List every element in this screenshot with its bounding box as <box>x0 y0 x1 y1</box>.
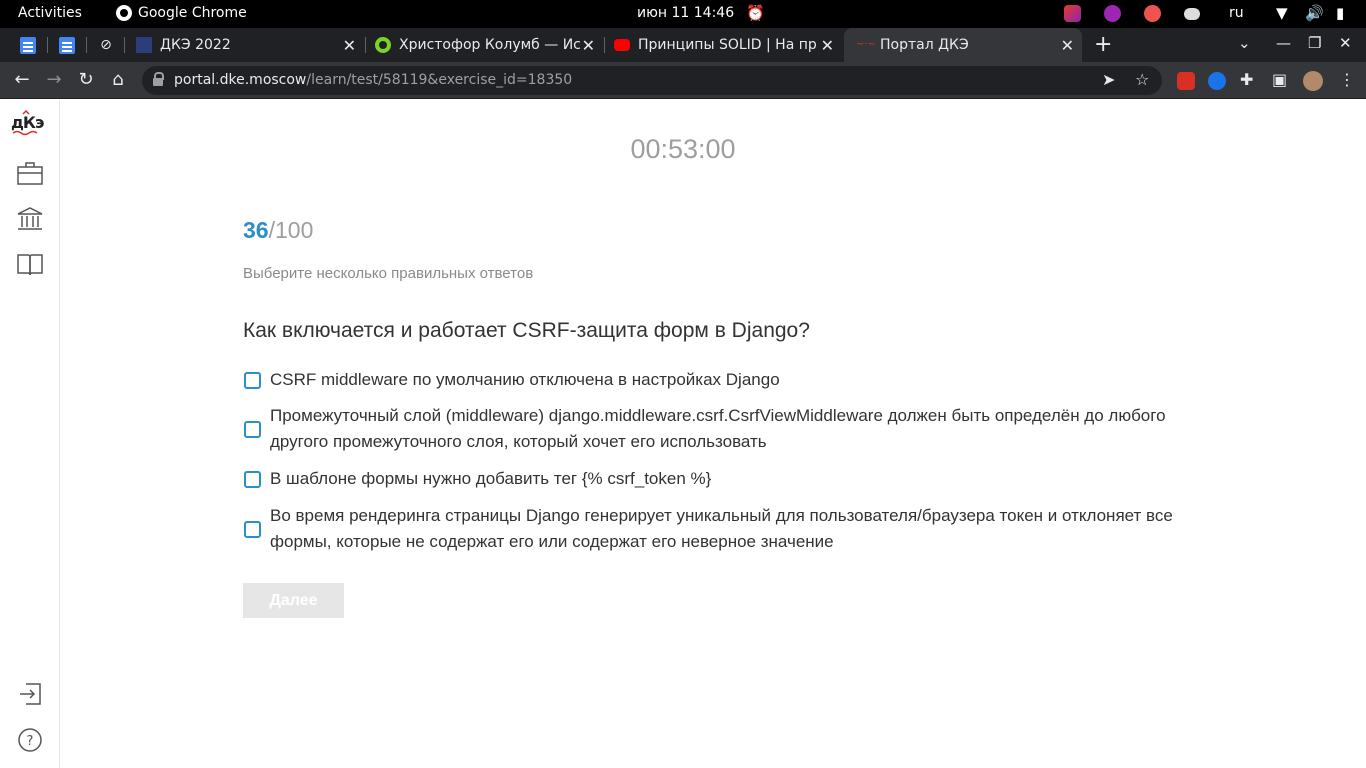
answer-option-label: В шаблоне формы нужно добавить тег {% cs… <box>270 469 712 488</box>
bookmark-star-icon[interactable]: ☆ <box>1135 70 1149 89</box>
dke-logo-favicon: ~·~ <box>856 39 876 50</box>
reload-icon[interactable]: ↻ <box>75 69 97 90</box>
answer-option[interactable]: Промежуточный слой (middleware) django.m… <box>243 403 1183 455</box>
infinity-extension-icon[interactable] <box>1208 72 1226 90</box>
chrome-icon <box>116 5 132 21</box>
answer-option-label: Промежуточный слой (middleware) django.m… <box>270 406 1166 451</box>
wifi-icon[interactable]: ▼ <box>1276 4 1288 22</box>
dke-logo-mark: дКэ <box>11 109 45 136</box>
home-icon[interactable]: ⌂ <box>107 69 129 90</box>
tab-divider <box>604 37 605 53</box>
help-icon[interactable]: ? <box>16 727 44 753</box>
youtube-icon <box>614 39 630 51</box>
system-top-bar: Activities Google Chrome июн 11 14:46 ⏰ … <box>0 0 1366 28</box>
tray-app-icon[interactable] <box>1064 5 1081 22</box>
answer-instruction: Выберите несколько правильных ответов <box>243 265 534 282</box>
answer-option[interactable]: CSRF middleware по умолчанию отключена в… <box>243 367 1183 393</box>
url-text: portal.dke.moscow/learn/test/58119&exerc… <box>174 72 572 88</box>
new-tab-button[interactable]: + <box>1094 32 1112 57</box>
close-window-button[interactable]: ✕ <box>1339 34 1352 52</box>
tab-title: ДКЭ 2022 <box>160 37 231 53</box>
clock[interactable]: июн 11 14:46 <box>637 5 734 21</box>
tray-notify-icon[interactable] <box>1144 5 1161 22</box>
app-name: Google Chrome <box>138 5 247 21</box>
answer-option[interactable]: В шаблоне формы нужно добавить тег {% cs… <box>243 466 1183 492</box>
restore-button[interactable]: ❐ <box>1308 34 1321 52</box>
keyboard-layout-indicator[interactable]: ru <box>1229 5 1244 21</box>
next-button[interactable]: Далее <box>243 583 344 618</box>
tab-strip: ⊘ ДКЭ 2022 ✕ Христофор Колумб — Ис ✕ При… <box>0 28 1366 62</box>
exam-timer: 00:53:00 <box>630 134 736 164</box>
tab-title: Принципы SOLID | На пр <box>638 37 817 53</box>
book-icon[interactable] <box>16 251 44 277</box>
answer-option-label: Во время рендеринга страницы Django гене… <box>270 506 1173 551</box>
pinned-tab-docs-2[interactable] <box>57 35 77 55</box>
green-circle-favicon <box>375 37 391 53</box>
logout-icon[interactable] <box>16 681 44 707</box>
close-tab-icon[interactable]: ✕ <box>582 36 595 55</box>
tab-divider <box>47 37 48 53</box>
side-panel-icon[interactable]: ▣ <box>1272 70 1287 89</box>
tab-columbus[interactable]: Христофор Колумб — Ис ✕ <box>367 28 603 62</box>
page-content: дКэ ? 00:53:00 36/100 Выберите несколько… <box>0 100 1366 768</box>
answer-checkbox[interactable] <box>244 470 261 488</box>
discord-icon[interactable] <box>1184 8 1200 20</box>
extensions-puzzle-icon[interactable]: ✚ <box>1240 70 1253 89</box>
current-question-number: 36 <box>243 217 269 243</box>
alarm-icon: ⏰ <box>746 4 765 22</box>
browser-toolbar: ← → ↻ ⌂ portal.dke.moscow/learn/test/581… <box>0 62 1366 99</box>
lock-icon[interactable] <box>153 72 164 86</box>
app-menu[interactable]: Google Chrome <box>116 5 247 21</box>
pinned-tab-docs-1[interactable] <box>18 35 38 55</box>
profile-avatar[interactable] <box>1303 71 1323 91</box>
answer-option[interactable]: Во время рендеринга страницы Django гене… <box>243 503 1183 555</box>
back-icon[interactable]: ← <box>11 69 33 90</box>
tab-dke-2022[interactable]: ДКЭ 2022 ✕ <box>128 28 364 62</box>
answer-checkbox[interactable] <box>244 371 261 389</box>
close-tab-icon[interactable]: ✕ <box>1061 36 1074 55</box>
tab-divider <box>365 37 366 53</box>
answer-checkbox[interactable] <box>244 520 261 538</box>
close-tab-icon[interactable]: ✕ <box>343 36 356 55</box>
logo-text: дКэ <box>11 113 44 132</box>
question-text: Как включается и работает CSRF-защита фо… <box>243 319 810 342</box>
activities-button[interactable]: Activities <box>18 5 82 21</box>
answer-checkbox[interactable] <box>244 420 261 438</box>
url-path: /learn/test/58119&exercise_id=18350 <box>306 72 573 88</box>
tab-solid[interactable]: Принципы SOLID | На пр ✕ <box>606 28 842 62</box>
tray-color-icon[interactable] <box>1104 5 1121 22</box>
question-counter: 36/100 <box>243 217 313 244</box>
minimize-button[interactable]: — <box>1276 34 1291 52</box>
send-tab-icon[interactable]: ➤ <box>1102 70 1115 89</box>
gmail-extension-icon[interactable] <box>1177 72 1195 90</box>
dke-favicon <box>136 37 152 53</box>
tab-divider <box>86 37 87 53</box>
total-questions: /100 <box>268 217 314 243</box>
tab-divider <box>124 37 125 53</box>
answer-option-label: CSRF middleware по умолчанию отключена в… <box>270 370 780 389</box>
chrome-menu-icon[interactable]: ⋮ <box>1339 70 1355 89</box>
tab-title: Христофор Колумб — Ис <box>399 37 581 53</box>
url-host: portal.dke.moscow <box>174 72 307 88</box>
docs-icon <box>59 36 75 54</box>
sidebar: дКэ ? <box>0 100 60 768</box>
tab-search-icon[interactable]: ⌄ <box>1238 34 1251 52</box>
svg-text:?: ? <box>27 734 34 749</box>
docs-icon <box>20 36 36 54</box>
forward-icon[interactable]: → <box>43 69 65 90</box>
pinned-tab-link[interactable]: ⊘ <box>96 35 116 55</box>
address-bar[interactable]: portal.dke.moscow/learn/test/58119&exerc… <box>142 66 1162 95</box>
tab-portal-dke[interactable]: ~·~ Портал ДКЭ ✕ <box>844 28 1082 62</box>
battery-icon[interactable]: ▮ <box>1336 4 1344 22</box>
institution-icon[interactable] <box>16 206 44 232</box>
tab-title: Портал ДКЭ <box>880 37 969 53</box>
volume-icon[interactable]: 🔊 <box>1305 4 1324 22</box>
close-tab-icon[interactable]: ✕ <box>821 36 834 55</box>
